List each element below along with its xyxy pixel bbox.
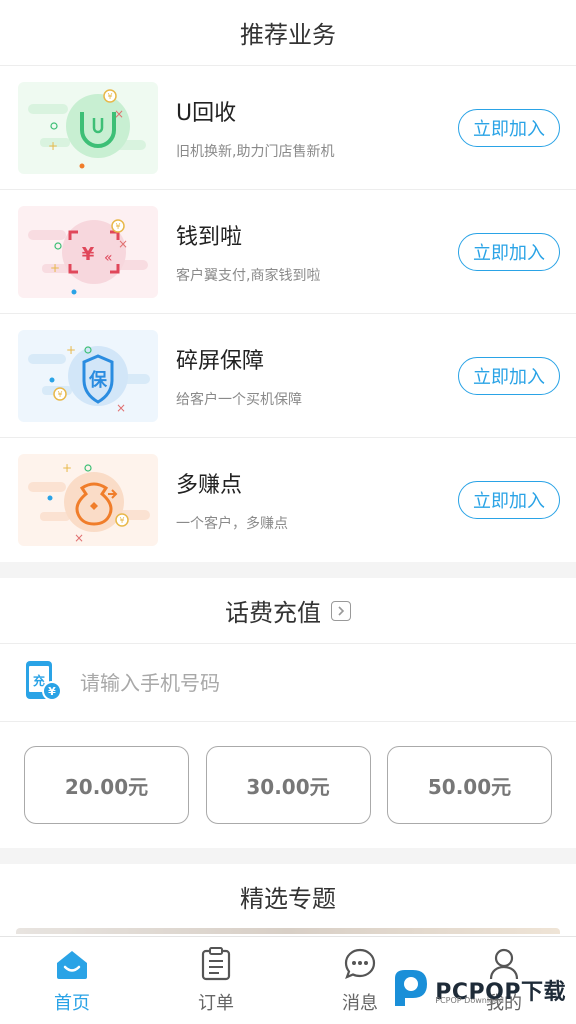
chat-icon xyxy=(343,947,377,985)
recommend-title: 推荐业务 xyxy=(0,0,576,66)
service-desc: 一个客户，多赚点 xyxy=(176,516,288,532)
service-item-earn-more[interactable]: ¥ + × 多赚点 一个客户，多赚点 立即加入 xyxy=(0,438,576,562)
svg-text:×: × xyxy=(116,401,126,415)
svg-text:×: × xyxy=(74,531,84,545)
svg-text:¥: ¥ xyxy=(115,222,120,231)
svg-text:×: × xyxy=(114,107,124,121)
recycle-u-icon: ¥ × + xyxy=(18,81,158,174)
money-bag-icon: ¥ + × xyxy=(18,454,158,546)
svg-text:×: × xyxy=(118,237,128,251)
svg-text:充: 充 xyxy=(33,673,45,688)
svg-text:¥: ¥ xyxy=(57,390,62,399)
watermark: PCPOP下载 PCPOP Download xyxy=(391,968,566,1012)
home-icon xyxy=(54,947,90,985)
section-divider xyxy=(0,562,576,578)
clipboard-icon xyxy=(200,946,232,985)
section-divider xyxy=(0,848,576,864)
service-item-screen-protect[interactable]: 保 ¥ + × 碎屏保障 给客户一个买机保障 立即加入 xyxy=(0,314,576,438)
service-list: ¥ × + U回收 旧机换新,助力门店售新机 立即加入 ¥ « ¥ × + 钱到… xyxy=(0,66,576,562)
amount-option[interactable]: 50.00元 xyxy=(387,746,552,824)
tab-orders[interactable]: 订单 xyxy=(144,937,288,1024)
join-button-screen-protect[interactable]: 立即加入 xyxy=(458,356,560,395)
watermark-subtext: PCPOP Download xyxy=(435,996,504,1005)
svg-text:¥: ¥ xyxy=(82,244,95,265)
service-desc: 客户翼支付,商家钱到啦 xyxy=(176,267,321,284)
shield-bao-icon: 保 ¥ + × xyxy=(18,329,158,422)
svg-text:+: + xyxy=(62,461,72,475)
svg-text:«: « xyxy=(104,250,113,266)
service-name: U回收 xyxy=(176,100,237,126)
svg-text:+: + xyxy=(50,261,60,275)
tab-label: 首页 xyxy=(54,992,90,1014)
phone-number-input[interactable] xyxy=(80,670,552,695)
service-name: 多赚点 xyxy=(176,473,243,498)
service-name: 钱到啦 xyxy=(176,224,243,250)
recharge-title[interactable]: 话费充值 xyxy=(0,578,576,644)
svg-text:保: 保 xyxy=(88,369,108,391)
phone-input-row: 充 ¥ xyxy=(0,644,576,722)
pcpop-logo-icon xyxy=(391,968,431,1012)
chevron-right-icon xyxy=(331,600,351,621)
svg-text:¥: ¥ xyxy=(107,92,112,101)
featured-title: 精选专题 xyxy=(240,884,336,913)
tab-label: 订单 xyxy=(198,992,234,1014)
amount-option[interactable]: 20.00元 xyxy=(24,746,189,824)
svg-text:+: + xyxy=(48,139,58,153)
svg-text:¥: ¥ xyxy=(119,516,124,525)
featured-banner[interactable] xyxy=(16,928,560,934)
join-button-u-recycle[interactable]: 立即加入 xyxy=(458,108,560,147)
service-item-qiandaola[interactable]: ¥ « ¥ × + 钱到啦 客户翼支付,商家钱到啦 立即加入 xyxy=(0,190,576,314)
join-button-earn-more[interactable]: 立即加入 xyxy=(458,481,560,519)
service-desc: 给客户一个买机保障 xyxy=(176,391,302,408)
service-name: 碎屏保障 xyxy=(176,348,265,374)
recharge-amounts: 20.00元 30.00元 50.00元 xyxy=(0,722,576,848)
join-button-qiandaola[interactable]: 立即加入 xyxy=(458,232,560,271)
svg-text:¥: ¥ xyxy=(48,685,56,698)
amount-option[interactable]: 30.00元 xyxy=(205,746,371,824)
service-item-u-recycle[interactable]: ¥ × + U回收 旧机换新,助力门店售新机 立即加入 xyxy=(0,66,576,190)
tab-home[interactable]: 首页 xyxy=(0,937,144,1024)
scan-yuan-icon: ¥ « ¥ × + xyxy=(18,205,158,298)
service-desc: 旧机换新,助力门店售新机 xyxy=(176,143,335,160)
svg-text:+: + xyxy=(66,343,76,357)
recharge-phone-icon: 充 ¥ xyxy=(24,659,62,707)
tab-label: 消息 xyxy=(342,992,378,1014)
